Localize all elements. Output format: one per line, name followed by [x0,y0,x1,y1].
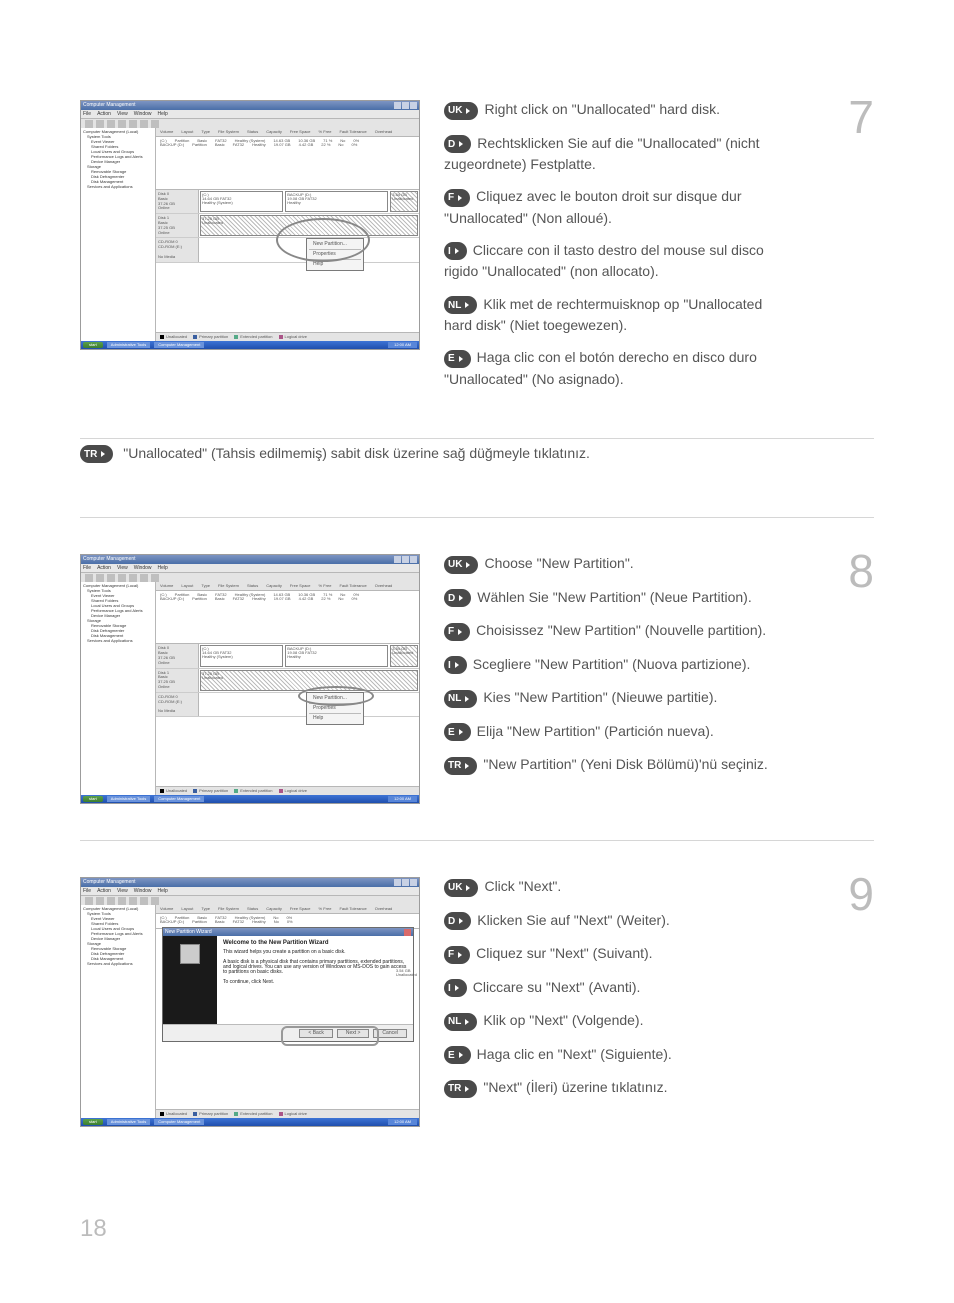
lang-pill-nl: NL [444,690,477,708]
menu-window[interactable]: Window [134,112,152,117]
part-backup[interactable]: BACKUP (D:)19.08 GB FAT32Healthy [285,191,388,212]
window-computer-management: Computer Management FileActionViewWindow… [80,877,420,1127]
step-number: 8 [848,548,874,594]
lang-pill-uk: UK [444,102,478,120]
screenshot-8: Computer Management FileActionViewWindow… [80,554,420,804]
disk0-row[interactable]: Disk 0 Basic 37.26 GB Online (C:)14.64 G… [156,190,419,214]
step-7: Computer Management File Action View Win… [80,100,874,439]
wizard-buttons: < Back Next > Cancel [163,1024,413,1041]
window-computer-management: Computer Management FileActionViewWindow… [80,554,420,804]
lang-pill-uk: UK [444,556,478,574]
volume-list[interactable]: (C:)PartitionBasicFAT32Healthy (System)1… [156,137,419,190]
disk0-label: Disk 0 Basic 37.26 GB Online [156,190,199,213]
step-number: 7 [848,94,874,140]
part-unallocated1[interactable]: 37.25 GBUnallocated [200,215,418,236]
system-tray[interactable]: 12:00 AM [388,342,417,348]
window-title: Computer Management [83,103,136,108]
lang-pill-tr: TR [444,1080,477,1098]
lang-pill-i: I [444,979,467,997]
window-body: Computer Management (Local) System Tools… [81,128,419,341]
disk1-label: Disk 1 Basic 37.25 GB Online [156,214,199,237]
back-button[interactable]: < Back [299,1029,332,1038]
disk-graph[interactable]: Disk 0 Basic 37.26 GB Online (C:)14.64 G… [156,190,419,332]
text: Cliquez avec le bouton droit sur disque … [476,188,741,204]
titlebar: Computer Management [81,101,419,110]
text: Haga clic con el botón derecho en disco … [477,349,757,365]
text: "Unallocated" (Tahsis edilmemiş) sabit d… [123,445,590,461]
ctx-properties[interactable]: Properties [307,705,363,712]
menu-action[interactable]: Action [97,112,111,117]
lang-pill-e: E [444,350,471,368]
menubar[interactable]: File Action View Window Help [81,110,419,119]
step-number: 9 [848,871,874,917]
new-partition-wizard[interactable]: New Partition Wizard Welcome to the New … [162,927,414,1042]
taskbar-item[interactable]: Administrative Tools [107,342,151,348]
menu-file[interactable]: File [83,112,91,117]
lang-pill-e: E [444,1046,471,1064]
instructions-9: 9 UKClick "Next". DKlicken Sie auf "Next… [444,877,874,1112]
ctx-help[interactable]: Help [307,261,363,268]
next-button[interactable]: Next > [337,1029,370,1038]
table-row[interactable]: BACKUP (D:)PartitionBasicFAT32Healthy19.… [158,143,417,147]
ctx-new-partition[interactable]: New Partition... [307,241,363,248]
wizard-icon [180,944,200,964]
window-computer-management: Computer Management File Action View Win… [80,100,420,350]
lang-pill-tr: TR [444,757,477,775]
window-controls[interactable] [394,102,417,109]
text: Rechtsklicken Sie auf die "Unallocated" … [477,135,759,151]
lang-pill-e: E [444,723,471,741]
close-icon[interactable] [404,929,411,936]
page: Computer Management File Action View Win… [0,0,954,1303]
lang-pill-tr: TR [80,445,113,463]
menu-view[interactable]: View [117,112,128,117]
context-menu[interactable]: New Partition... Properties Help [306,692,364,725]
lang-pill-d: D [444,135,471,153]
part-unallocated0[interactable]: 3.54 GBUnallocated [390,191,418,212]
lang-pill-i: I [444,656,467,674]
taskbar-item[interactable]: Computer Management [154,342,204,348]
column-headers[interactable]: VolumeLayoutTypeFile SystemStatusCapacit… [156,128,419,137]
lang-pill-f: F [444,189,470,207]
text: Cliccare con il tasto destro del mouse s… [473,242,764,258]
instructions-8: 8 UKChoose "New Partition". DWählen Sie … [444,554,874,789]
lang-pill-d: D [444,589,471,607]
tree-panel[interactable]: Computer Management (Local) System Tools… [81,128,156,341]
wizard-titlebar: New Partition Wizard [163,928,413,936]
cdrom-label: CD-ROM 0 CD-ROM (E:) No Media [156,238,199,261]
lang-pill-f: F [444,946,470,964]
main-panel: VolumeLayoutTypeFile SystemStatusCapacit… [156,128,419,341]
screenshot-9: Computer Management FileActionViewWindow… [80,877,420,1127]
lang-pill-i: I [444,242,467,260]
ctx-properties[interactable]: Properties [307,251,363,258]
tr-line-7: TR "Unallocated" (Tahsis edilmemiş) sabi… [80,445,874,464]
wizard-content: Welcome to the New Partition Wizard This… [217,936,413,1024]
instructions-7: 7 UKRight click on "Unallocated" hard di… [444,100,874,402]
ctx-new-partition[interactable]: New Partition... [307,695,363,702]
legend: Unallocated Primary partition Extended p… [156,332,419,341]
taskbar[interactable]: start Administrative Tools Computer Mana… [81,341,419,349]
part-c[interactable]: (C:)14.64 GB FAT32Healthy (System) [200,191,283,212]
page-number: 18 [80,1215,107,1243]
cdrom-row[interactable]: CD-ROM 0 CD-ROM (E:) No Media [156,238,419,262]
step-8: Computer Management FileActionViewWindow… [80,554,874,841]
lang-pill-f: F [444,623,470,641]
lang-pill-uk: UK [444,879,478,897]
start-button[interactable]: start [83,342,103,348]
ctx-help[interactable]: Help [307,715,363,722]
menu-help[interactable]: Help [158,112,168,117]
lang-pill-nl: NL [444,1013,477,1031]
step-9: Computer Management FileActionViewWindow… [80,877,874,1163]
wizard-side [163,936,217,1024]
screenshot-7: Computer Management File Action View Win… [80,100,420,350]
cancel-button[interactable]: Cancel [373,1029,407,1038]
disk1-row[interactable]: Disk 1 Basic 37.25 GB Online 37.25 GBUna… [156,214,419,238]
text: Right click on "Unallocated" hard disk. [484,101,720,117]
text: Klik met de rechtermuisknop op "Unalloca… [483,296,762,312]
lang-pill-nl: NL [444,296,477,314]
context-menu[interactable]: New Partition... Properties Help [306,238,364,271]
lang-pill-d: D [444,912,471,930]
